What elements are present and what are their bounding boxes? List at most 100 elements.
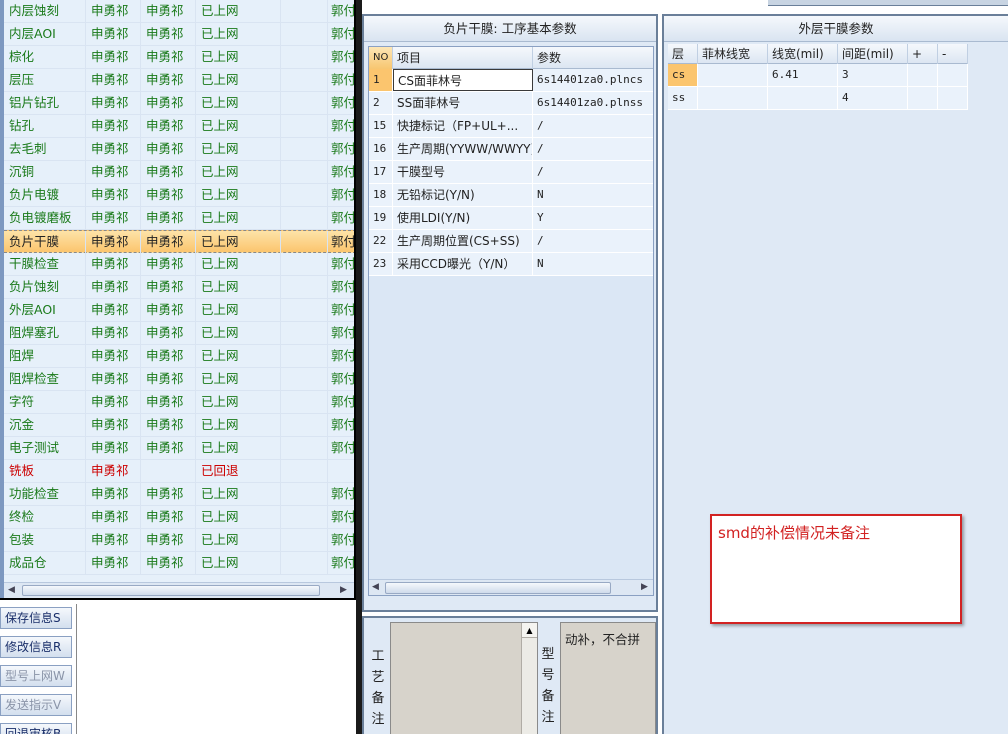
process-row[interactable]: 电子测试 申勇祁 申勇祁 已上网 郭付 <box>4 437 354 460</box>
process-cell-extra <box>281 69 328 91</box>
outer-cell[interactable]: 3 <box>838 64 908 86</box>
outer-cell[interactable] <box>698 87 768 109</box>
process-row[interactable]: 沉金 申勇祁 申勇祁 已上网 郭付 <box>4 414 354 437</box>
outer-cell[interactable] <box>768 87 838 109</box>
outer-cell[interactable] <box>908 87 938 109</box>
side-button-3[interactable]: 发送指示V <box>0 694 72 716</box>
header-value[interactable]: 参数 <box>533 47 653 69</box>
process-note-textarea[interactable]: ▲ <box>390 622 538 734</box>
process-row[interactable]: 负片干膜 申勇祁 申勇祁 已上网 郭付 <box>4 230 354 253</box>
process-cell-p2: 申勇祁 <box>141 437 196 459</box>
params-cell-value[interactable]: N <box>533 253 653 275</box>
params-grid-hscrollbar[interactable]: ◀ ▶ <box>369 579 653 595</box>
params-cell-item: 生产周期(YYWW/WWYY) <box>393 138 533 160</box>
params-row[interactable]: 18 无铅标记(Y/N) N <box>369 184 653 207</box>
outer-layer-row[interactable]: cs 6.41 3 <box>668 64 968 87</box>
side-button-2[interactable]: 型号上网W <box>0 665 72 687</box>
model-note-textarea[interactable]: 动补，不合拼 <box>560 622 656 734</box>
side-button-0[interactable]: 保存信息S <box>0 607 72 629</box>
params-cell-value[interactable]: / <box>533 115 653 137</box>
process-cell-name: 阻焊塞孔 <box>4 322 86 344</box>
process-cell-name: 负片蚀刻 <box>4 276 86 298</box>
process-row[interactable]: 终检 申勇祁 申勇祁 已上网 郭付 <box>4 506 354 529</box>
process-row[interactable]: 字符 申勇祁 申勇祁 已上网 郭付 <box>4 391 354 414</box>
params-cell-value[interactable]: / <box>533 230 653 252</box>
process-cell-owner: 郭付 <box>331 95 356 110</box>
process-row[interactable]: 干膜检查 申勇祁 申勇祁 已上网 郭付 <box>4 253 354 276</box>
side-button-1[interactable]: 修改信息R <box>0 636 72 658</box>
note-vscrollbar[interactable]: ▲ <box>521 623 537 734</box>
process-note-label-char: 艺 <box>371 670 385 685</box>
process-table-hscrollbar[interactable]: ◀ ▶ <box>4 582 354 598</box>
process-cell-status: 已上网 <box>196 92 281 114</box>
outer-cell[interactable] <box>938 87 968 109</box>
params-row[interactable]: 1 CS面菲林号 6s14401za0.plncs <box>369 69 653 92</box>
outer-cell[interactable]: 6.41 <box>768 64 838 86</box>
process-row[interactable]: 内层蚀刻 申勇祁 申勇祁 已上网 郭付 <box>4 0 354 23</box>
process-row[interactable]: 外层AOI 申勇祁 申勇祁 已上网 郭付 <box>4 299 354 322</box>
outer-layer-row[interactable]: ss 4 <box>668 87 968 110</box>
outer-header-3[interactable]: 间距(mil) <box>838 44 908 64</box>
process-row[interactable]: 层压 申勇祁 申勇祁 已上网 郭付 <box>4 69 354 92</box>
scroll-thumb[interactable] <box>22 585 320 596</box>
process-row[interactable]: 内层AOI 申勇祁 申勇祁 已上网 郭付 <box>4 23 354 46</box>
params-row[interactable]: 23 采用CCD曝光（Y/N） N <box>369 253 653 276</box>
header-no[interactable]: NO <box>369 47 393 69</box>
params-row[interactable]: 22 生产周期位置(CS+SS) / <box>369 230 653 253</box>
scroll-right-icon[interactable]: ▶ <box>340 585 347 595</box>
scroll-up-icon[interactable]: ▲ <box>522 623 537 638</box>
params-cell-value[interactable]: / <box>533 138 653 160</box>
process-cell-extra <box>281 0 328 22</box>
outer-cell[interactable]: 4 <box>838 87 908 109</box>
params-row[interactable]: 19 使用LDI(Y/N) Y <box>369 207 653 230</box>
process-row[interactable]: 阻焊检查 申勇祁 申勇祁 已上网 郭付 <box>4 368 354 391</box>
outer-cell[interactable] <box>938 64 968 86</box>
params-cell-value[interactable]: 6s14401za0.plncs <box>533 69 653 91</box>
process-row[interactable]: 功能检查 申勇祁 申勇祁 已上网 郭付 <box>4 483 354 506</box>
process-row[interactable]: 负片电镀 申勇祁 申勇祁 已上网 郭付 <box>4 184 354 207</box>
outer-header-2[interactable]: 线宽(mil) <box>768 44 838 64</box>
process-row[interactable]: 负电镀磨板 申勇祁 申勇祁 已上网 郭付 <box>4 207 354 230</box>
scroll-left-icon[interactable]: ◀ <box>8 585 15 595</box>
process-row[interactable]: 阻焊 申勇祁 申勇祁 已上网 郭付 <box>4 345 354 368</box>
process-row[interactable]: 包装 申勇祁 申勇祁 已上网 郭付 <box>4 529 354 552</box>
params-cell-value[interactable]: 6s14401za0.plnss <box>533 92 653 114</box>
params-cell-item: 采用CCD曝光（Y/N） <box>393 253 533 275</box>
process-row[interactable]: 铣板 申勇祁 已回退 <box>4 460 354 483</box>
process-cell-p1: 申勇祁 <box>86 437 141 459</box>
process-cell-p2: 申勇祁 <box>141 115 196 137</box>
outer-header-5[interactable]: - <box>938 44 968 64</box>
scroll-right-icon[interactable]: ▶ <box>641 582 648 592</box>
process-cell-extra <box>281 529 328 551</box>
outer-header-0[interactable]: 层 <box>668 44 698 64</box>
params-cell-value[interactable]: N <box>533 184 653 206</box>
process-cell-name: 功能检查 <box>4 483 86 505</box>
params-row[interactable]: 16 生产周期(YYWW/WWYY) / <box>369 138 653 161</box>
process-row[interactable]: 阻焊塞孔 申勇祁 申勇祁 已上网 郭付 <box>4 322 354 345</box>
process-row[interactable]: 负片蚀刻 申勇祁 申勇祁 已上网 郭付 <box>4 276 354 299</box>
process-row[interactable]: 沉铜 申勇祁 申勇祁 已上网 郭付 <box>4 161 354 184</box>
side-button-4[interactable]: 回退审核B <box>0 723 72 734</box>
outer-cell[interactable] <box>698 64 768 86</box>
header-item[interactable]: 项目 <box>393 47 533 69</box>
process-row[interactable]: 成品仓 申勇祁 申勇祁 已上网 郭付 <box>4 552 354 575</box>
process-params-title: 负片干膜: 工序基本参数 <box>364 16 656 42</box>
process-cell-p1: 申勇祁 <box>86 322 141 344</box>
outer-header-1[interactable]: 菲林线宽 <box>698 44 768 64</box>
params-row[interactable]: 17 干膜型号 / <box>369 161 653 184</box>
process-row[interactable]: 去毛刺 申勇祁 申勇祁 已上网 郭付 <box>4 138 354 161</box>
process-row[interactable]: 铝片钻孔 申勇祁 申勇祁 已上网 郭付 <box>4 92 356 115</box>
process-cell-status: 已上网 <box>196 69 281 91</box>
params-row[interactable]: 15 快捷标记（FP+UL+... / <box>369 115 653 138</box>
process-row[interactable]: 棕化 申勇祁 申勇祁 已上网 郭付 <box>4 46 354 69</box>
scroll-thumb[interactable] <box>385 582 611 594</box>
scroll-left-icon[interactable]: ◀ <box>372 582 379 592</box>
outer-header-4[interactable]: + <box>908 44 938 64</box>
params-cell-value[interactable]: Y <box>533 207 653 229</box>
process-cell-p1: 申勇祁 <box>86 414 141 436</box>
outer-cell[interactable] <box>908 64 938 86</box>
params-cell-value[interactable]: / <box>533 161 653 183</box>
process-row[interactable]: 钻孔 申勇祁 申勇祁 已上网 郭付 <box>4 115 354 138</box>
params-row[interactable]: 2 SS面菲林号 6s14401za0.plnss <box>369 92 653 115</box>
process-cell-p2: 申勇祁 <box>141 345 196 367</box>
